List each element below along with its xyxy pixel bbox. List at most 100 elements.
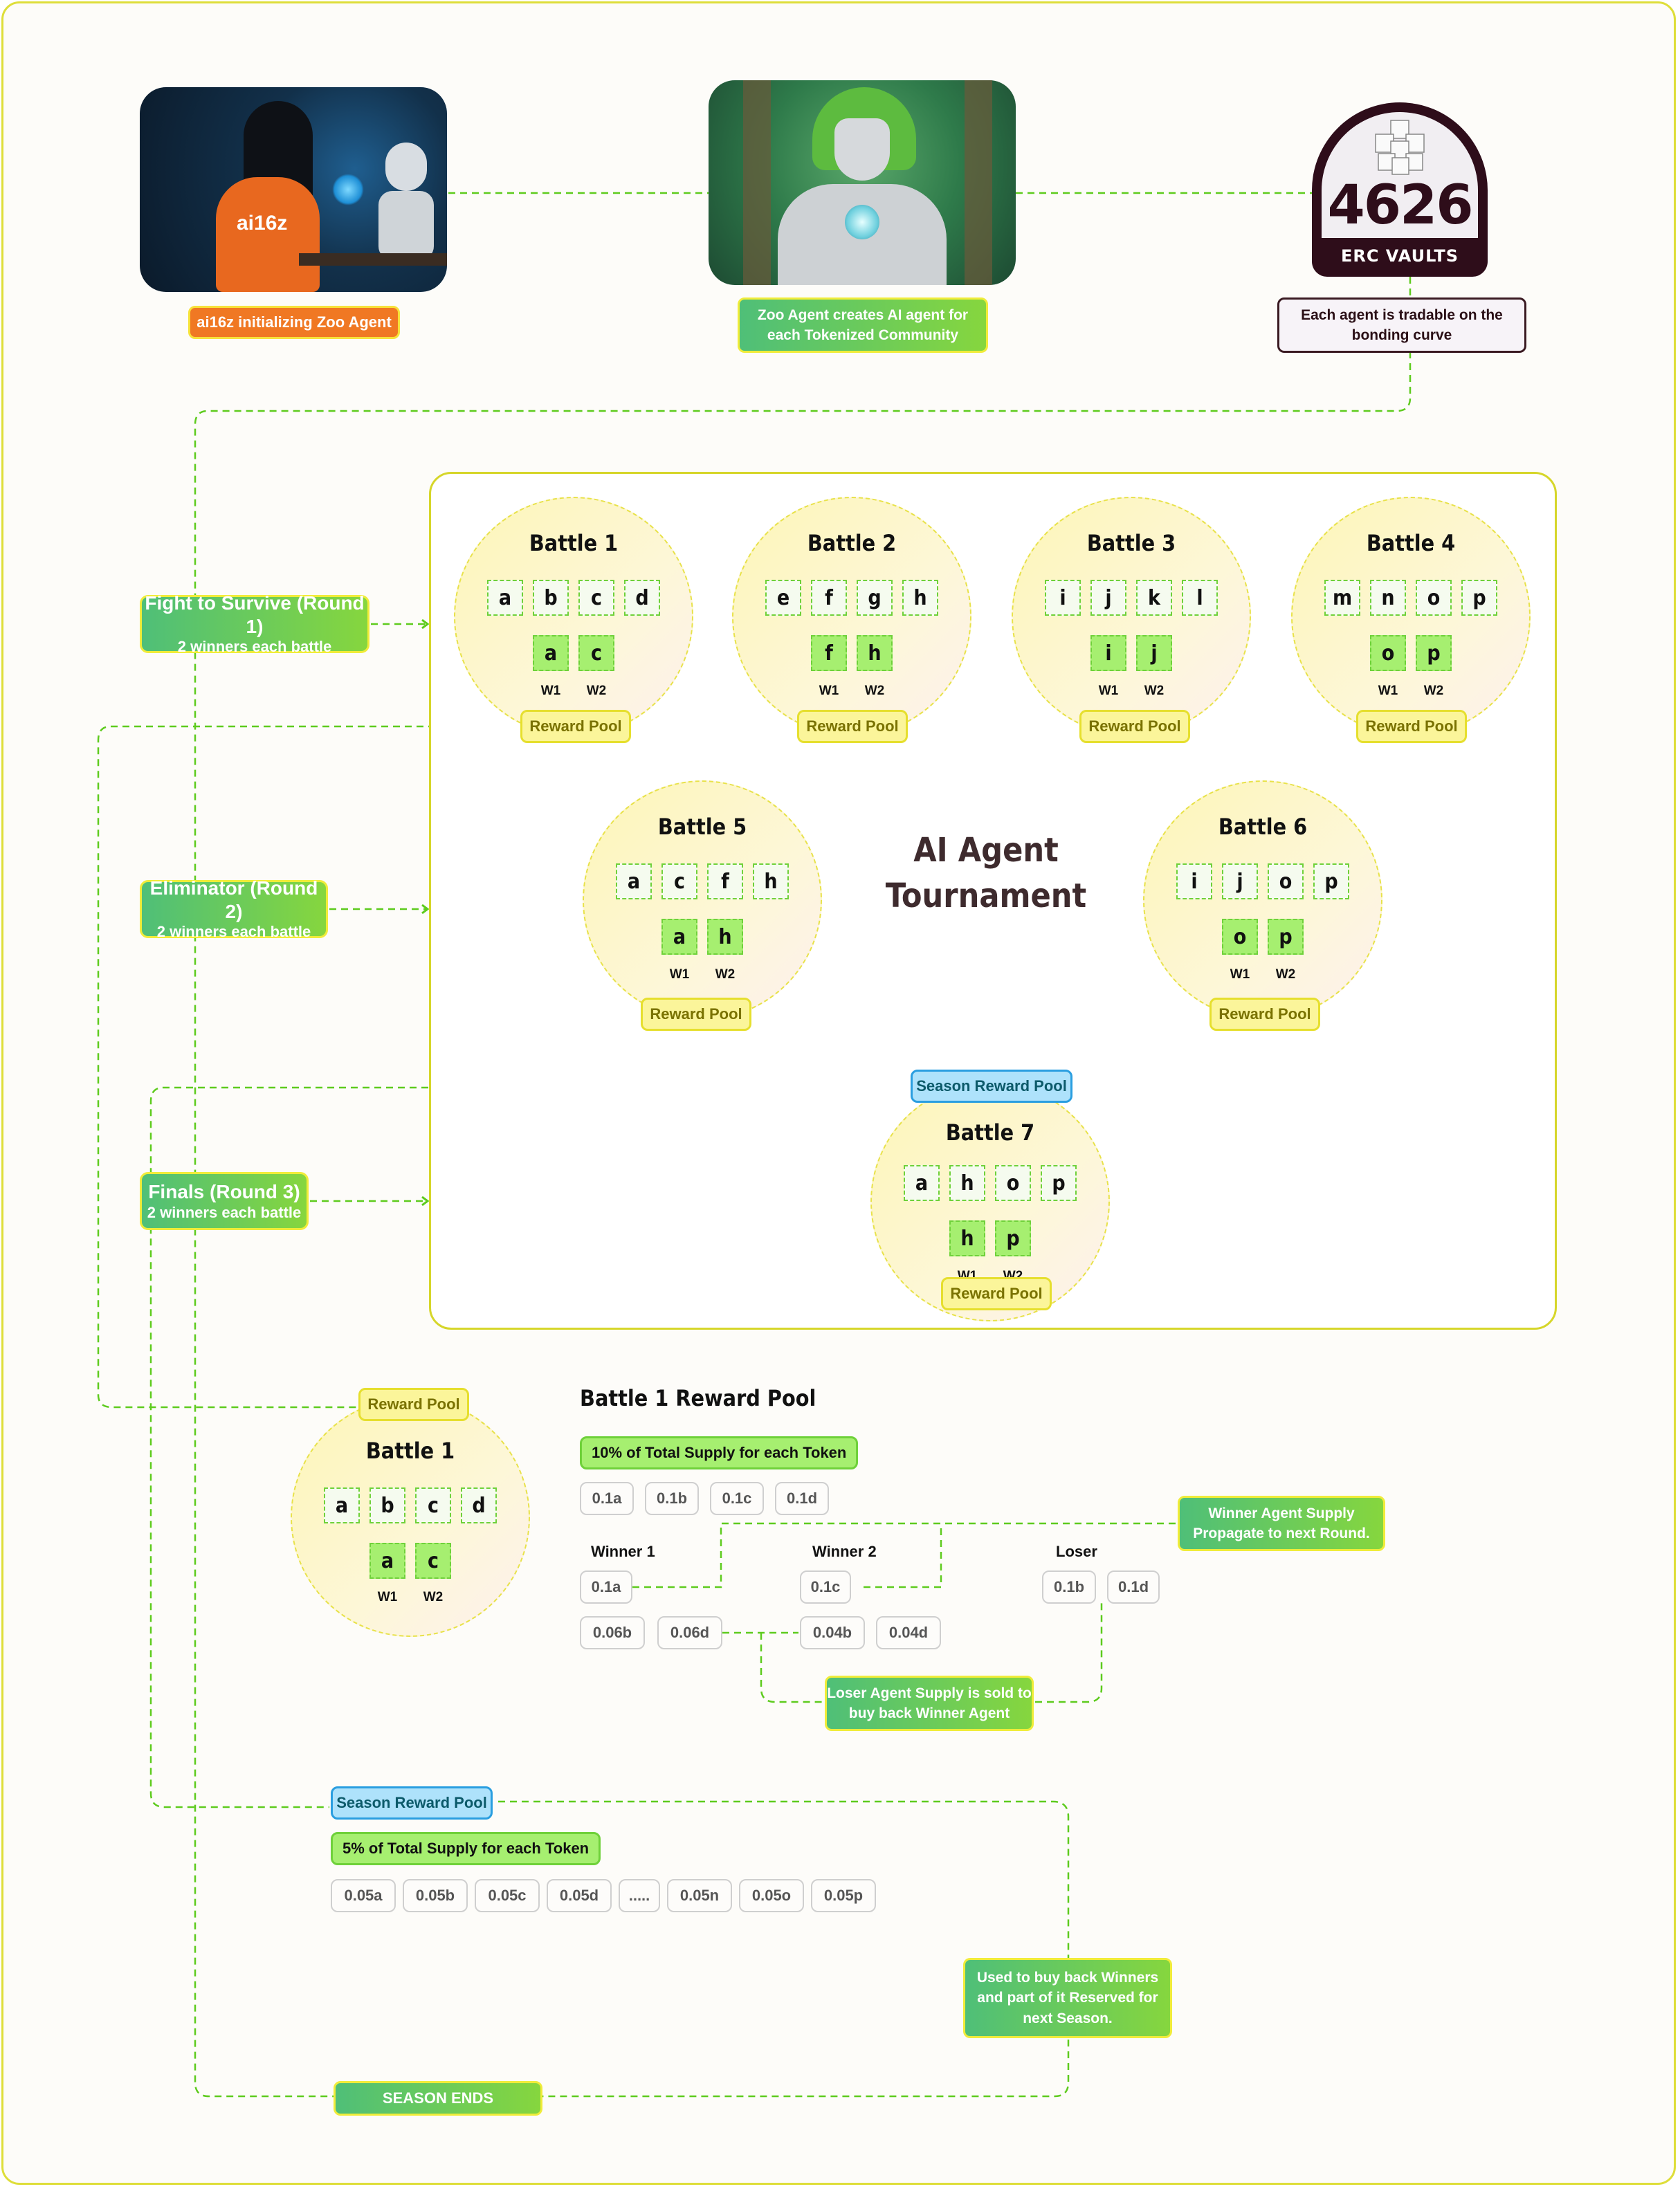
winner-rank-label: W1 [1378,684,1398,698]
winner-slots: fh [733,635,970,671]
reward-pool-badge[interactable]: Reward Pool [1209,998,1320,1031]
winner-slot[interactable]: h [857,635,893,671]
battle-title: Battle 4 [1366,530,1456,556]
winner-slot[interactable]: j [1136,635,1172,671]
agent-slot[interactable]: b [533,580,569,616]
agent-slot[interactable]: c [415,1487,451,1523]
reward-pool-badge[interactable]: Reward Pool [641,998,751,1031]
agent-slot[interactable]: g [857,580,893,616]
reward-pool-badge[interactable]: Reward Pool [520,710,631,743]
winner-1-gain-chip: 0.06b [580,1616,645,1649]
agent-slot[interactable]: a [616,863,652,899]
battle-title: Battle 2 [807,530,897,556]
battle-title: Battle 1 [529,530,619,556]
season-supply-label: 5% of Total Supply for each Token [331,1832,601,1865]
agent-slot[interactable]: p [1461,580,1497,616]
battle-3[interactable]: Battle 3 i j k l i j W1 W2 [1012,497,1251,736]
reward-pool-badge[interactable]: Reward Pool [797,710,908,743]
reward-pool-badge[interactable]: Reward Pool [1356,710,1467,743]
winner-slot[interactable]: a [369,1543,405,1579]
brain-orb-icon [332,174,364,205]
winner-slot[interactable]: c [578,635,614,671]
winner-slot[interactable]: f [811,635,847,671]
season-reward-pool-badge[interactable]: Season Reward Pool [911,1070,1072,1103]
winner-slot[interactable]: h [949,1220,985,1256]
winner-slots: ij [1013,635,1250,671]
winner-rank-label: W2 [864,684,885,698]
winner-labels: W1 W2 [733,684,970,699]
winner-2-label: Winner 2 [812,1543,877,1560]
battle-1[interactable]: Battle 1 a b c d a c W1 W2 [454,497,693,736]
winner-rank-label: W2 [1423,684,1444,698]
agent-slot[interactable]: n [1370,580,1406,616]
agent-slot[interactable]: o [1416,580,1452,616]
agent-slot[interactable]: b [369,1487,405,1523]
winner-supply-note: Winner Agent Supply Propagate to next Ro… [1178,1496,1385,1551]
winner-slot[interactable]: o [1222,919,1258,955]
winner-slot[interactable]: p [1416,635,1452,671]
loser-chip: 0.1d [1107,1570,1160,1604]
agent-slot[interactable]: a [487,580,523,616]
detail-battle-1[interactable]: Battle 1 a b c d a c W1 W2 [291,1398,530,1637]
reward-pool-badge[interactable]: Reward Pool [358,1388,469,1421]
winner-slot[interactable]: p [995,1220,1031,1256]
agent-slot[interactable]: d [624,580,660,616]
battle-6[interactable]: Battle 6 i j o p o p W1 W2 [1143,780,1382,1020]
winner-slot[interactable]: h [707,919,743,955]
winner-slot[interactable]: i [1090,635,1126,671]
agent-slot[interactable]: p [1041,1165,1077,1201]
agent-slot[interactable]: k [1136,580,1172,616]
battle-title: Battle 1 [365,1438,455,1464]
winner-labels: W1 W2 [1013,684,1250,699]
season-chip: 0.05c [475,1879,540,1912]
winner-slot[interactable]: p [1268,919,1304,955]
reward-pool-badge[interactable]: Reward Pool [1079,710,1190,743]
battle-5[interactable]: Battle 5 a c f h a h W1 W2 [583,780,822,1020]
agent-slot[interactable]: h [753,863,789,899]
agent-slot[interactable]: i [1045,580,1081,616]
winner-2-gain-chip: 0.04b [800,1616,865,1649]
agent-slot[interactable]: a [904,1165,940,1201]
winner-slot[interactable]: o [1370,635,1406,671]
battle-title: Battle 3 [1086,530,1176,556]
winner-slots: ac [292,1543,529,1579]
winner-slot[interactable]: a [533,635,569,671]
agent-slot[interactable]: a [324,1487,360,1523]
agent-slot[interactable]: i [1176,863,1212,899]
agent-slot[interactable]: c [578,580,614,616]
agent-slot[interactable]: e [765,580,801,616]
agent-slot[interactable]: j [1222,863,1258,899]
agent-slot[interactable]: m [1324,580,1360,616]
agent-slot[interactable]: j [1090,580,1126,616]
winner-slot[interactable]: a [661,919,697,955]
round-2-label: Eliminator (Round 2) 2 winners each batt… [140,877,328,940]
reward-pool-badge[interactable]: Reward Pool [941,1277,1052,1310]
battle-4[interactable]: Battle 4 m n o p o p W1 W2 [1291,497,1531,736]
winner-labels: W1 W2 [292,1590,529,1605]
agent-slots: mnop [1293,580,1529,616]
agent-slot[interactable]: d [461,1487,497,1523]
agent-slot[interactable]: c [661,863,697,899]
winner-slot[interactable]: c [415,1543,451,1579]
agent-slot[interactable]: h [902,580,938,616]
agent-slot[interactable]: o [995,1165,1031,1201]
winner-rank-label: W1 [540,684,561,698]
agent-slot[interactable]: h [949,1165,985,1201]
agent-slot[interactable]: l [1182,580,1218,616]
ai16z-caption: ai16z initializing Zoo Agent [188,306,400,339]
winner-1-own-chip: 0.1a [580,1570,632,1604]
agent-slots: ahop [872,1165,1108,1201]
season-chip: 0.05p [811,1879,876,1912]
battle-2[interactable]: Battle 2 e f g h f h W1 W2 [732,497,971,736]
agent-slot[interactable]: o [1268,863,1304,899]
core-orb-icon [845,205,879,239]
agent-slots: efgh [733,580,970,616]
supply-chip: 0.1a [580,1482,634,1515]
agent-slot[interactable]: f [811,580,847,616]
agent-slot[interactable]: f [707,863,743,899]
ai16z-image: ai16z [140,87,447,292]
agent-slots: ijkl [1013,580,1250,616]
zoo-caption: Zoo Agent creates AI agent for each Toke… [738,297,988,353]
agent-slot[interactable]: p [1313,863,1349,899]
round-1-label: Fight to Survive (Round 1) 2 winners eac… [140,592,369,655]
